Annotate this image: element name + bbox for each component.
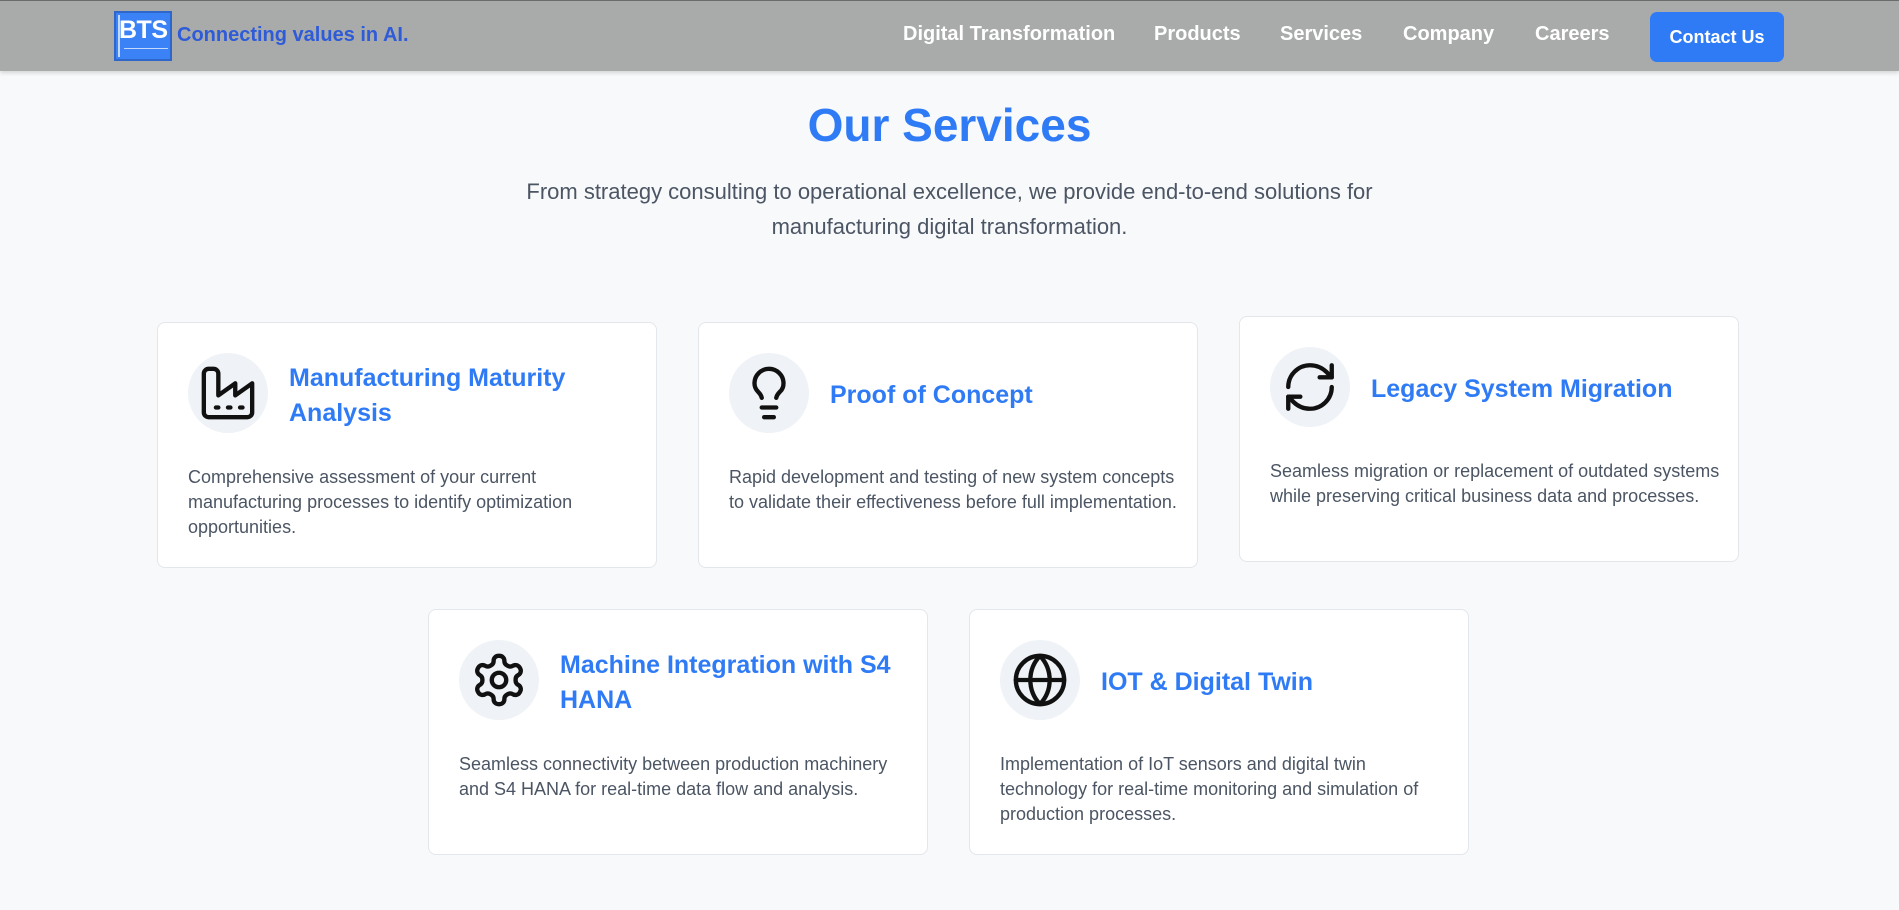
gear-icon	[459, 640, 539, 720]
nav-link-company[interactable]: Company	[1403, 23, 1494, 46]
service-description: Seamless migration or replacement of out…	[1270, 461, 1720, 506]
logo-text: BTS	[119, 16, 168, 44]
globe-icon	[1000, 640, 1080, 720]
section-subtitle: From strategy consulting to operational …	[526, 179, 1373, 239]
service-card-manufacturing-maturity[interactable]: Manufacturing Maturity Analysis Comprehe…	[157, 322, 657, 568]
nav-link-careers[interactable]: Careers	[1535, 23, 1610, 46]
service-description: Seamless connectivity between production…	[459, 754, 888, 799]
nav-link-digital-transformation[interactable]: Digital Transformation	[903, 23, 1115, 46]
service-title: Manufacturing Maturity Analysis	[289, 364, 566, 427]
brand-tagline[interactable]: Connecting values in AI.	[177, 24, 409, 47]
service-title: IOT & Digital Twin	[1101, 668, 1314, 696]
service-title: Legacy System Migration	[1371, 375, 1673, 403]
service-card-legacy-migration[interactable]: Legacy System Migration Seamless migrati…	[1239, 316, 1739, 562]
top-navbar: BTS Connecting values in AI. Digital Tra…	[0, 0, 1899, 71]
refresh-icon	[1270, 347, 1350, 427]
service-description: Rapid development and testing of new sys…	[729, 467, 1177, 512]
contact-us-button[interactable]: Contact Us	[1650, 12, 1784, 62]
lightbulb-icon	[729, 353, 809, 433]
service-title: Proof of Concept	[830, 381, 1033, 409]
factory-icon	[188, 353, 268, 433]
service-description: Comprehensive assessment of your current…	[188, 467, 573, 537]
logo-subline	[124, 48, 168, 52]
service-card-machine-integration[interactable]: Machine Integration with S4 HANA Seamles…	[428, 609, 928, 855]
service-card-iot-digital-twin[interactable]: IOT & Digital Twin Implementation of IoT…	[969, 609, 1469, 855]
service-card-proof-of-concept[interactable]: Proof of Concept Rapid development and t…	[698, 322, 1198, 568]
service-description: Implementation of IoT sensors and digita…	[1000, 754, 1419, 824]
logo[interactable]: BTS	[114, 11, 172, 61]
service-title: Machine Integration with S4 HANA	[560, 651, 891, 714]
nav-link-products[interactable]: Products	[1154, 23, 1241, 46]
section-title: Our Services	[807, 99, 1092, 151]
nav-link-services[interactable]: Services	[1280, 23, 1362, 46]
